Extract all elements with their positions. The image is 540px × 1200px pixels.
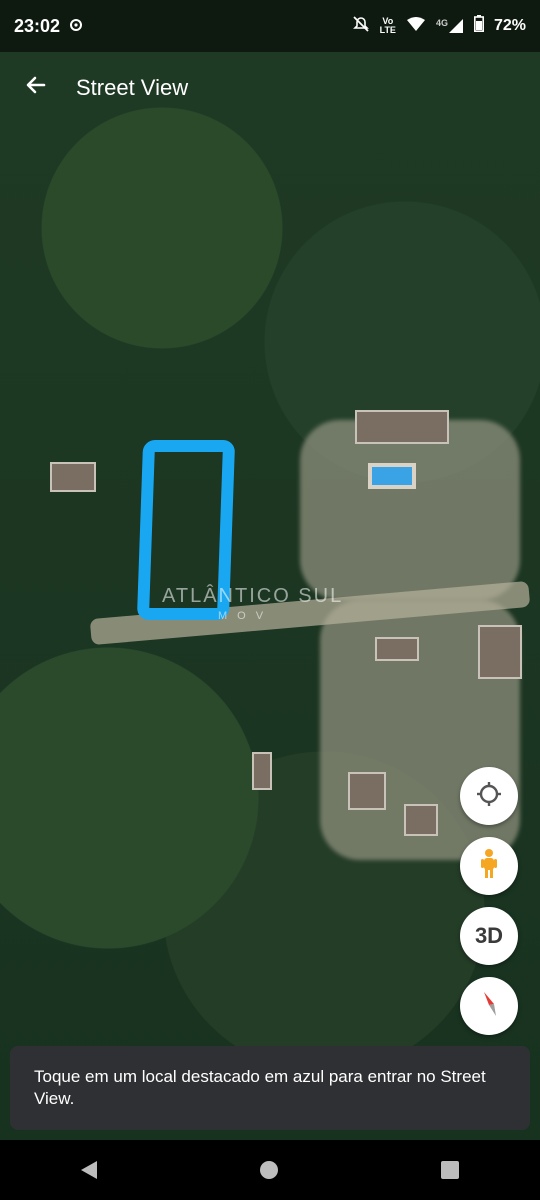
3d-button[interactable]: 3D — [460, 907, 518, 965]
compass-icon — [475, 988, 503, 1025]
watermark-sub: MOV — [218, 610, 274, 622]
toast-message: Toque em um local destacado em azul para… — [10, 1046, 530, 1130]
arrow-left-icon — [24, 71, 48, 105]
app-bar: Street View — [0, 60, 540, 116]
status-bar: 23:02 Vo LTE 4G 72% — [0, 0, 540, 52]
map-building — [375, 637, 419, 661]
my-location-button[interactable] — [460, 767, 518, 825]
system-nav-bar — [0, 1140, 540, 1200]
silent-icon — [352, 15, 370, 38]
watermark: ATLÂNTICO SUL MOV — [162, 585, 343, 622]
pegman-button[interactable] — [460, 837, 518, 895]
map-building — [478, 625, 522, 679]
map-pool — [368, 463, 416, 489]
map-building — [50, 462, 96, 492]
battery-percent: 72% — [493, 17, 526, 34]
nav-back-icon — [81, 1161, 98, 1179]
signal-4g-icon: 4G — [436, 18, 464, 34]
map-building — [252, 752, 272, 790]
3d-label: 3D — [474, 923, 504, 948]
my-location-icon — [475, 780, 503, 813]
network-label: 4G — [435, 18, 448, 28]
map-clearing — [300, 420, 520, 600]
nav-back-button[interactable] — [71, 1151, 107, 1189]
map-building — [355, 410, 449, 444]
pegman-icon — [478, 848, 500, 885]
compass-button[interactable] — [460, 977, 518, 1035]
nav-recents-icon — [440, 1161, 459, 1179]
toast-text: Toque em um local destacado em azul para… — [34, 1067, 486, 1108]
satellite-map[interactable]: ATLÂNTICO SUL MOV — [0, 0, 540, 1140]
gear-sync-icon — [68, 17, 84, 36]
watermark-main: ATLÂNTICO SUL — [162, 585, 344, 607]
page-title: Street View — [76, 75, 189, 100]
nav-home-icon — [259, 1161, 278, 1179]
wifi-icon — [406, 16, 426, 37]
volte-icon: Vo LTE — [379, 16, 396, 35]
nav-recents-button[interactable] — [431, 1151, 469, 1189]
nav-home-button[interactable] — [250, 1151, 288, 1189]
back-button[interactable] — [14, 66, 58, 110]
map-building — [348, 772, 386, 810]
status-icons: Vo LTE 4G 72% — [352, 15, 526, 38]
map-building — [404, 804, 438, 836]
battery-icon — [473, 15, 484, 37]
status-time: 23:02 — [14, 15, 61, 36]
